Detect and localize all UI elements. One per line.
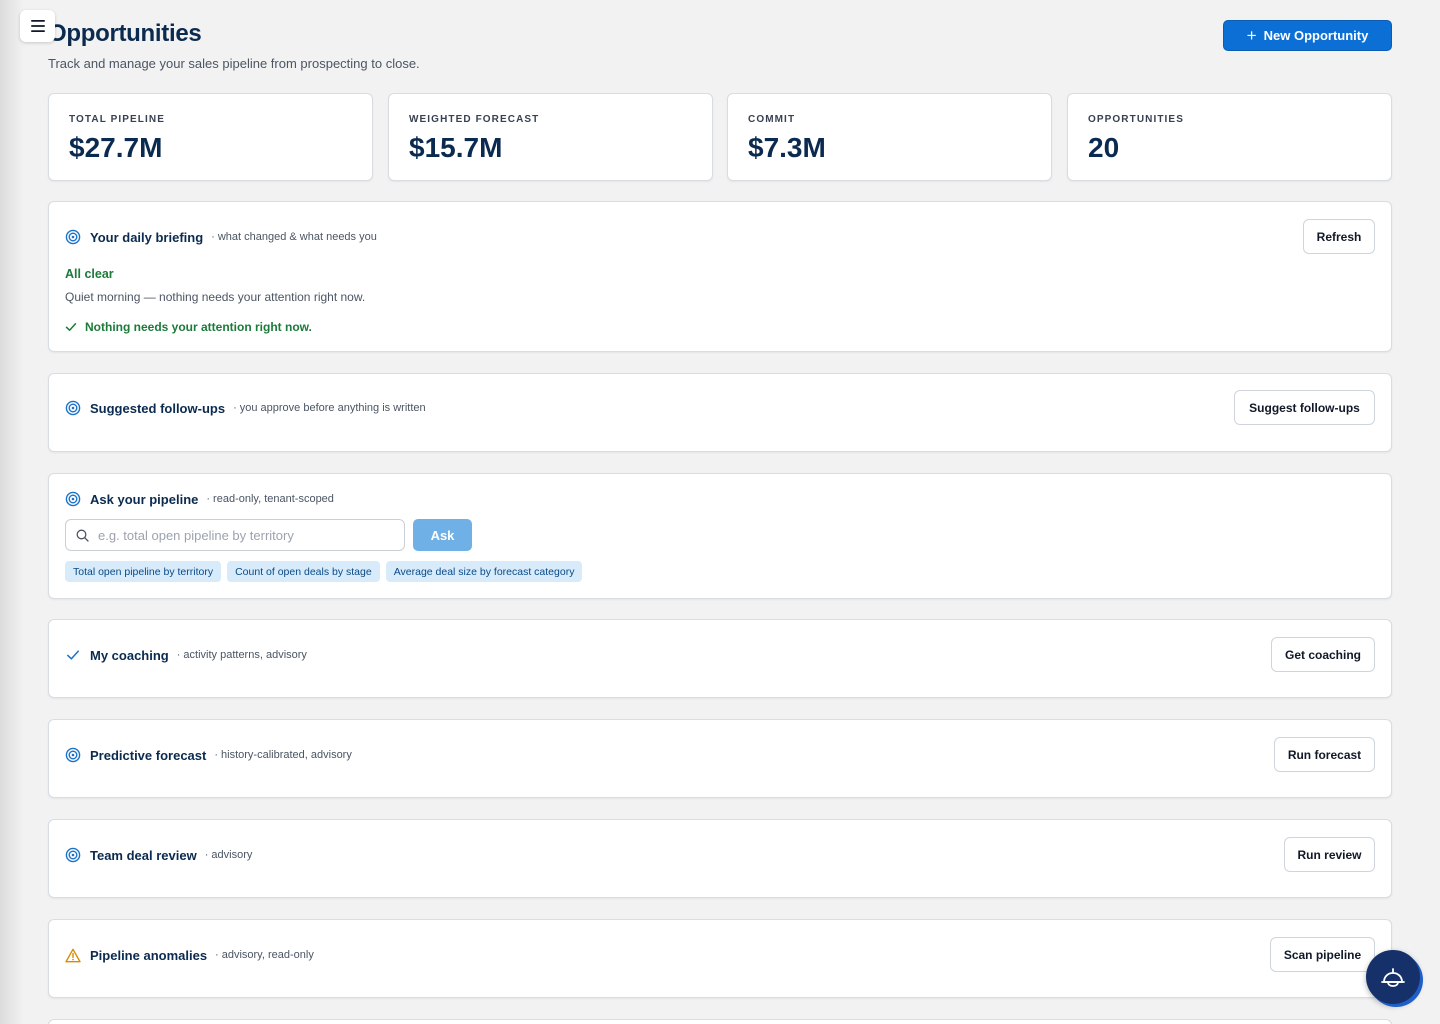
- kpi-card-commit: COMMIT $7.3M: [727, 93, 1052, 181]
- card-header: My coaching · activity patterns, advisor…: [65, 645, 307, 665]
- card-separator: ·: [204, 849, 209, 861]
- suggest-followups-button[interactable]: Suggest follow-ups: [1234, 390, 1375, 425]
- suggestion-chips: Total open pipeline by territory Count o…: [65, 561, 583, 582]
- kpi-value: 20: [1088, 132, 1120, 163]
- card-title: Ask your pipeline: [90, 491, 199, 507]
- card-title: My coaching: [90, 647, 169, 663]
- card-description: what changed & what needs you: [217, 231, 377, 243]
- card-header: Team deal review · advisory: [65, 845, 252, 865]
- target-icon: [65, 847, 81, 863]
- left-edge-shade: [0, 0, 24, 1024]
- new-opportunity-button[interactable]: + New Opportunity: [1223, 20, 1392, 51]
- card-description: read-only, tenant-scoped: [213, 493, 334, 505]
- new-opportunity-label: New Opportunity: [1263, 28, 1369, 43]
- kpi-label: TOTAL PIPELINE: [69, 114, 165, 125]
- next-card: [48, 1019, 1392, 1024]
- predictive-forecast-card: Predictive forecast · history-calibrated…: [48, 719, 1392, 798]
- card-description: advisory, read-only: [221, 949, 314, 961]
- page-title: Opportunities: [48, 20, 202, 47]
- team-deal-review-card: Team deal review · advisory Run review: [48, 819, 1392, 898]
- card-description: history-calibrated, advisory: [221, 749, 352, 761]
- kpi-label: WEIGHTED FORECAST: [409, 114, 540, 125]
- kpi-card-total-pipeline: TOTAL PIPELINE $27.7M: [48, 93, 373, 181]
- ask-pipeline-card: Ask your pipeline · read-only, tenant-sc…: [48, 473, 1392, 599]
- warning-icon: [65, 947, 81, 963]
- target-icon: [65, 491, 81, 507]
- card-separator: ·: [206, 493, 211, 505]
- target-icon: [65, 400, 81, 416]
- ask-input-wrapper: [65, 519, 405, 551]
- kpi-value: $15.7M: [409, 132, 503, 163]
- hamburger-icon: [30, 20, 45, 32]
- check-icon: [65, 647, 81, 663]
- menu-toggle-button[interactable]: [20, 10, 55, 42]
- card-title: Your daily briefing: [90, 229, 204, 245]
- target-icon: [65, 229, 81, 245]
- card-separator: ·: [233, 402, 237, 414]
- card-separator: ·: [214, 749, 219, 761]
- card-title: Pipeline anomalies: [90, 947, 208, 963]
- card-header: Ask your pipeline · read-only, tenant-sc…: [65, 489, 334, 509]
- card-separator: ·: [215, 949, 219, 961]
- card-description: you approve before anything is written: [239, 402, 426, 414]
- card-title: Predictive forecast: [90, 747, 207, 763]
- kpi-value: $27.7M: [69, 132, 163, 163]
- suggestion-chip[interactable]: Count of open deals by stage: [227, 561, 380, 582]
- card-header: Your daily briefing · what changed & wha…: [65, 227, 377, 247]
- plus-icon: +: [1246, 26, 1257, 45]
- target-icon: [65, 747, 81, 763]
- assistant-fab-button[interactable]: [1366, 950, 1420, 1004]
- my-coaching-card: My coaching · activity patterns, advisor…: [48, 619, 1392, 698]
- scan-pipeline-button[interactable]: Scan pipeline: [1270, 937, 1375, 972]
- ask-button[interactable]: Ask: [413, 519, 472, 551]
- suggestion-chip[interactable]: Average deal size by forecast category: [385, 561, 583, 582]
- get-coaching-button[interactable]: Get coaching: [1271, 637, 1375, 672]
- suggested-followups-card: Suggested follow-ups · you approve befor…: [48, 373, 1392, 452]
- page-subtitle: Track and manage your sales pipeline fro…: [48, 56, 420, 71]
- pipeline-anomalies-card: Pipeline anomalies · advisory, read-only…: [48, 919, 1392, 998]
- kpi-card-opportunities: OPPORTUNITIES 20: [1067, 93, 1392, 181]
- kpi-value: $7.3M: [748, 132, 826, 163]
- search-icon: [76, 529, 89, 542]
- status-heading: All clear: [65, 267, 114, 281]
- card-header: Suggested follow-ups · you approve befor…: [65, 398, 426, 418]
- run-review-button[interactable]: Run review: [1284, 837, 1375, 872]
- status-check-row: Nothing needs your attention right now.: [65, 320, 312, 334]
- kpi-card-weighted-forecast: WEIGHTED FORECAST $15.7M: [388, 93, 713, 181]
- ask-pipeline-input[interactable]: [98, 527, 398, 543]
- assistant-icon: [1381, 968, 1405, 987]
- kpi-label: COMMIT: [748, 114, 796, 125]
- check-icon: [65, 323, 77, 331]
- kpi-label: OPPORTUNITIES: [1088, 114, 1184, 125]
- card-header: Pipeline anomalies · advisory, read-only: [65, 945, 314, 965]
- card-header: Predictive forecast · history-calibrated…: [65, 745, 352, 765]
- card-title: Suggested follow-ups: [90, 400, 226, 416]
- refresh-button[interactable]: Refresh: [1303, 219, 1375, 254]
- status-check-text: Nothing needs your attention right now.: [85, 320, 312, 334]
- daily-briefing-card: Your daily briefing · what changed & wha…: [48, 201, 1392, 352]
- run-forecast-button[interactable]: Run forecast: [1274, 737, 1375, 772]
- card-title: Team deal review: [90, 847, 197, 863]
- card-separator: ·: [211, 231, 215, 243]
- status-message: Quiet morning — nothing needs your atten…: [65, 290, 366, 304]
- card-description: activity patterns, advisory: [183, 649, 307, 661]
- suggestion-chip[interactable]: Total open pipeline by territory: [65, 561, 222, 582]
- card-separator: ·: [176, 649, 181, 661]
- card-description: advisory: [211, 849, 253, 861]
